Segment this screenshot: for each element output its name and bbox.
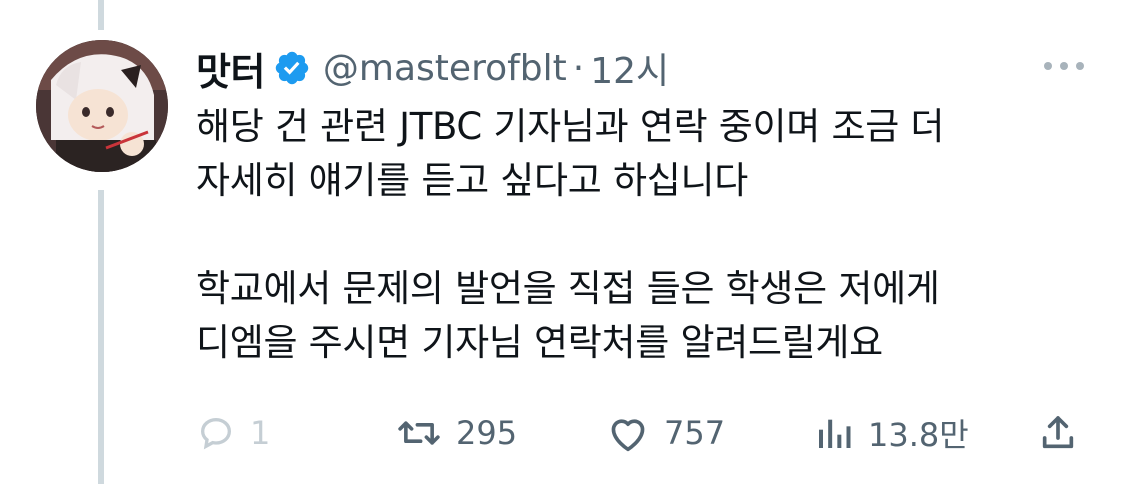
tweet-actions: 1 295 757 13.8만 — [196, 408, 1086, 458]
post-time[interactable]: 12시 — [590, 42, 669, 94]
retweet-button[interactable]: 295 — [396, 408, 517, 458]
tweet-text-line-3: 학교에서 문제의 발언을 직접 들은 학생은 저에게 — [196, 267, 940, 310]
share-button[interactable] — [1038, 408, 1078, 458]
avatar-image — [36, 40, 168, 172]
tweet-text-line-4: 디엠을 주시면 기자님 연락처를 알려드릴게요 — [196, 321, 883, 364]
avatar[interactable] — [36, 40, 168, 172]
reply-icon — [200, 417, 232, 450]
views-count: 13.8만 — [868, 416, 969, 454]
reply-button[interactable]: 1 — [196, 408, 270, 458]
more-options-icon[interactable] — [1040, 58, 1088, 74]
tweet-text-line-2: 자세히 얘기를 듣고 싶다고 하십니다 — [196, 159, 748, 202]
display-name[interactable]: 맛터 — [196, 41, 265, 96]
share-icon — [1042, 416, 1074, 449]
verified-badge-icon — [275, 51, 309, 85]
like-count: 757 — [664, 414, 726, 452]
like-button[interactable]: 757 — [606, 408, 725, 458]
thread-line-bottom — [98, 190, 104, 484]
heart-icon — [611, 419, 645, 452]
tweet-text-line-1: 해당 건 관련 JTBC 기자님과 연락 중이며 조금 더 — [196, 105, 945, 148]
retweet-count: 295 — [456, 414, 518, 452]
tweet-header: 맛터 @masterofblt · 12시 — [196, 38, 669, 98]
user-handle[interactable]: @masterofblt — [323, 48, 567, 89]
reply-count: 1 — [250, 414, 271, 452]
tweet-body: 해당 건 관련 JTBC 기자님과 연락 중이며 조금 더 자세히 얘기를 듣고… — [196, 100, 1096, 370]
separator-dot: · — [572, 47, 585, 89]
views-chart-icon — [819, 419, 851, 448]
retweet-icon — [398, 421, 440, 445]
views-button[interactable]: 13.8만 — [814, 408, 969, 458]
thread-line-top — [98, 0, 104, 30]
